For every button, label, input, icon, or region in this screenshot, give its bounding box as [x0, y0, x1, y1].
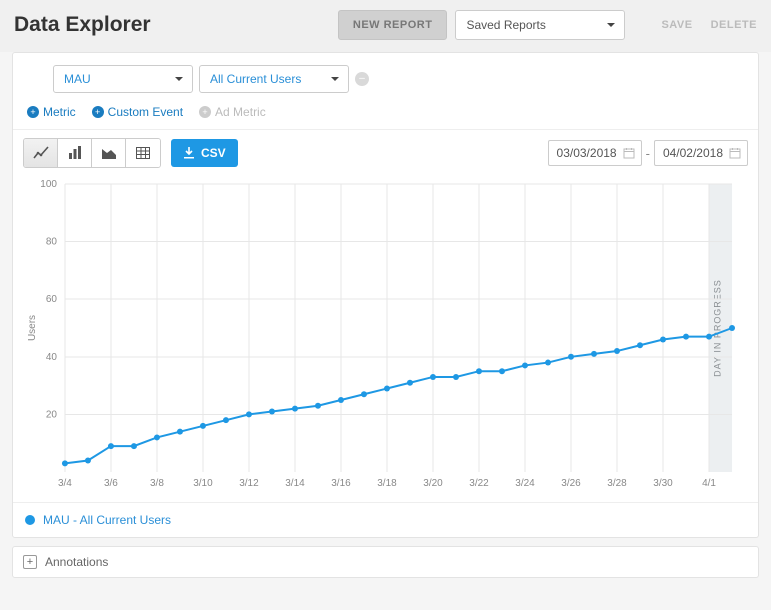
svg-text:3/6: 3/6	[104, 478, 118, 489]
calendar-icon	[623, 147, 635, 159]
table-icon	[135, 145, 151, 161]
svg-text:3/4: 3/4	[58, 478, 72, 489]
svg-text:Users: Users	[27, 315, 38, 341]
metric-dropdown[interactable]: MAU	[53, 65, 193, 93]
bar-chart-icon	[67, 145, 83, 161]
svg-text:20: 20	[46, 409, 58, 420]
line-chart-icon	[33, 145, 49, 161]
svg-text:3/18: 3/18	[377, 478, 397, 489]
svg-text:3/26: 3/26	[561, 478, 581, 489]
legend-series-label: MAU - All Current Users	[43, 513, 171, 527]
add-ad-metric-link: + Ad Metric	[199, 105, 266, 119]
plus-icon: +	[92, 106, 104, 118]
svg-text:3/8: 3/8	[150, 478, 164, 489]
chart-toolbar: CSV 03/03/2018 - 04/02/2018	[13, 130, 758, 176]
date-from-picker[interactable]: 03/03/2018	[548, 140, 642, 166]
chart-legend: MAU - All Current Users	[13, 502, 758, 537]
csv-label: CSV	[201, 146, 226, 160]
svg-text:100: 100	[40, 179, 57, 190]
svg-text:80: 80	[46, 237, 58, 248]
legend-bullet-icon	[25, 515, 35, 525]
plus-icon: +	[199, 106, 211, 118]
metric-dropdown-label: MAU	[64, 72, 91, 86]
svg-text:40: 40	[46, 352, 58, 363]
svg-text:3/16: 3/16	[331, 478, 351, 489]
line-chart-button[interactable]	[24, 139, 58, 167]
bar-chart-button[interactable]	[58, 139, 92, 167]
add-custom-event-label: Custom Event	[108, 105, 183, 119]
export-csv-button[interactable]: CSV	[171, 139, 238, 167]
svg-text:3/10: 3/10	[193, 478, 213, 489]
svg-text:3/14: 3/14	[285, 478, 305, 489]
area-chart-button[interactable]	[92, 139, 126, 167]
add-links-row: + Metric + Custom Event + Ad Metric	[27, 105, 744, 119]
segment-dropdown[interactable]: All Current Users	[199, 65, 349, 93]
svg-text:3/20: 3/20	[423, 478, 443, 489]
save-button[interactable]: SAVE	[661, 19, 692, 31]
delete-button[interactable]: DELETE	[711, 19, 757, 31]
filter-row: MAU All Current Users –	[53, 65, 744, 93]
date-to-picker[interactable]: 04/02/2018	[654, 140, 748, 166]
saved-reports-dropdown[interactable]: Saved Reports	[455, 10, 625, 40]
svg-text:3/12: 3/12	[239, 478, 259, 489]
calendar-icon	[729, 147, 741, 159]
add-metric-label: Metric	[43, 105, 76, 119]
date-from-value: 03/03/2018	[557, 146, 617, 160]
expand-icon: +	[23, 555, 37, 569]
table-view-button[interactable]	[126, 139, 160, 167]
page-title: Data Explorer	[14, 13, 338, 37]
plus-icon: +	[27, 106, 39, 118]
svg-text:60: 60	[46, 294, 58, 305]
chart-container: DAY IN PROGRESS 20 40 60 80 100 3/4 3/6 3/8 3/10 3…	[13, 176, 758, 502]
svg-text:3/22: 3/22	[469, 478, 489, 489]
new-report-button[interactable]: NEW REPORT	[338, 10, 448, 40]
annotations-label: Annotations	[45, 555, 108, 569]
svg-text:3/24: 3/24	[515, 478, 535, 489]
svg-text:DAY IN PROGRESS: DAY IN PROGRESS	[713, 279, 723, 377]
header-bar: Data Explorer NEW REPORT Saved Reports S…	[0, 0, 771, 52]
area-chart-icon	[101, 145, 117, 161]
annotations-toggle[interactable]: + Annotations	[12, 546, 759, 578]
add-ad-metric-label: Ad Metric	[215, 105, 266, 119]
view-type-group	[23, 138, 161, 168]
add-custom-event-link[interactable]: + Custom Event	[92, 105, 183, 119]
add-metric-link[interactable]: + Metric	[27, 105, 76, 119]
date-separator: -	[646, 146, 650, 161]
download-icon	[183, 147, 195, 159]
line-chart: DAY IN PROGRESS 20 40 60 80 100 3/4 3/6 3/8 3/10 3…	[21, 176, 750, 496]
remove-filter-icon[interactable]: –	[355, 72, 369, 86]
svg-text:4/1: 4/1	[702, 478, 716, 489]
saved-reports-label: Saved Reports	[466, 18, 545, 32]
svg-text:3/30: 3/30	[653, 478, 673, 489]
main-panel: MAU All Current Users – + Metric + Custo…	[12, 52, 759, 538]
svg-text:3/28: 3/28	[607, 478, 627, 489]
segment-dropdown-label: All Current Users	[210, 72, 301, 86]
filters-section: MAU All Current Users – + Metric + Custo…	[13, 53, 758, 130]
date-to-value: 04/02/2018	[663, 146, 723, 160]
